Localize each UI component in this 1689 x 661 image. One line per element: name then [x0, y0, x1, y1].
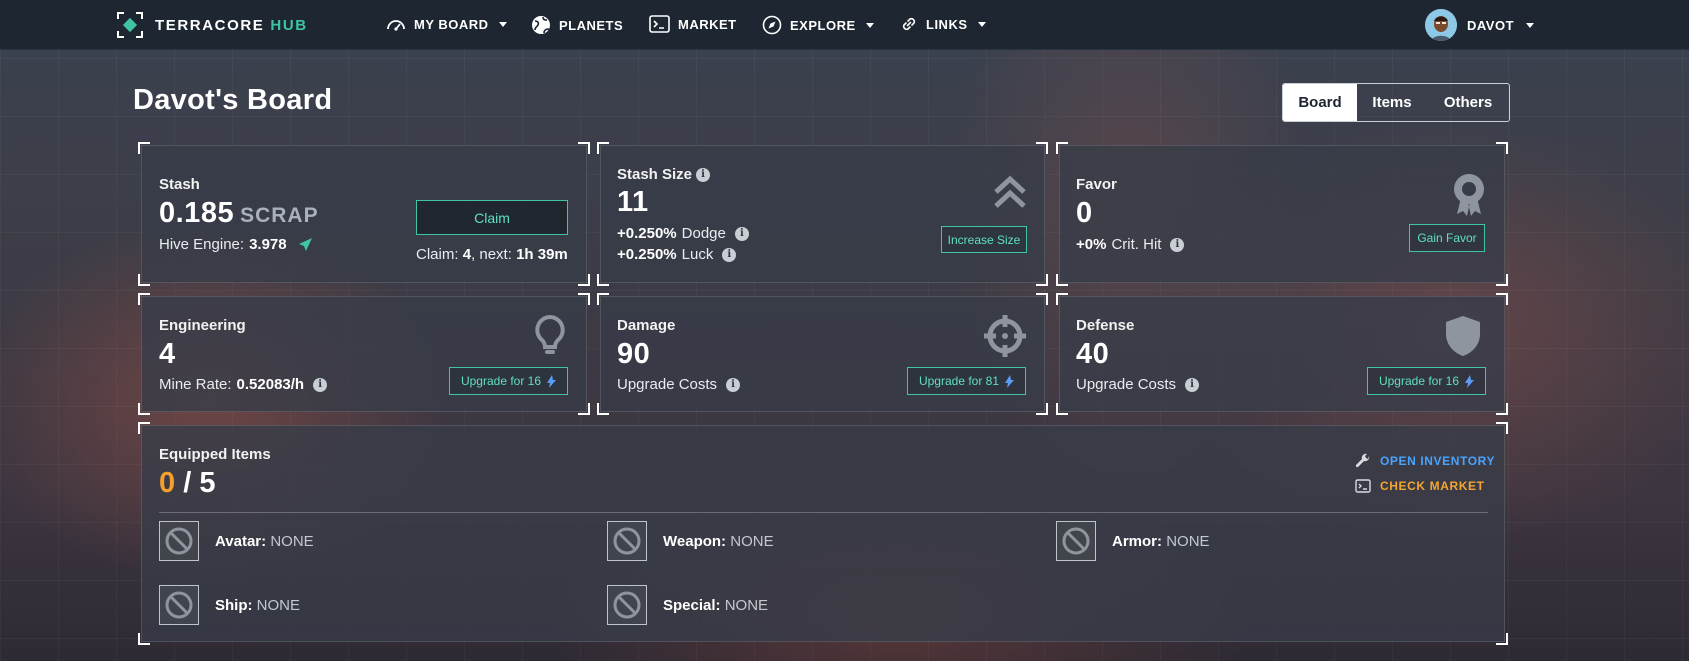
stash-size-card: Stash Size i 11 +0.250% Dodge i +0.250% Luck… [597, 142, 1048, 286]
top-navbar: TERRACORE HUB MY BOARD PLANETS MARKET EX… [0, 0, 1689, 50]
engineering-value: 4 [159, 338, 176, 370]
upgrade-defense-button[interactable]: Upgrade for 16 [1367, 367, 1486, 395]
board-tabs: Board Items Others [1282, 83, 1510, 122]
lightbulb-icon [535, 314, 565, 354]
engineering-card: Engineering 4 Mine Rate: 0.52083/h i Upgra… [138, 293, 590, 415]
nav-planets-label: PLANETS [559, 17, 624, 33]
wrench-icon [1355, 453, 1370, 468]
favor-value: 0 [1076, 197, 1093, 229]
stash-size-label: Stash Size i [617, 166, 711, 183]
info-icon[interactable]: i [313, 377, 328, 392]
equip-slot-avatar[interactable]: Avatar: NONE [159, 521, 314, 561]
engineering-label: Engineering [159, 317, 246, 334]
brand-name: TERRACORE [155, 16, 265, 34]
terminal-icon [649, 15, 670, 33]
dashboard-gauge-icon [387, 20, 405, 31]
nav-my-board-label: MY BOARD [414, 16, 489, 32]
stash-size-value: 11 [617, 186, 649, 218]
crosshair-icon [984, 315, 1026, 357]
user-menu[interactable]: DAVOT [1425, 9, 1535, 41]
page-title: Davot's Board [133, 84, 333, 116]
empty-slot-icon [159, 521, 199, 561]
chevron-down-icon [498, 21, 507, 27]
tab-board[interactable]: Board [1283, 84, 1357, 121]
info-icon[interactable]: i [734, 226, 749, 241]
chevron-down-icon [865, 22, 874, 28]
tab-others[interactable]: Others [1427, 84, 1509, 121]
empty-slot-icon [159, 585, 199, 625]
gain-favor-button[interactable]: Gain Favor [1409, 224, 1485, 252]
stash-value: 0.185 SCRAP [159, 197, 319, 229]
nav-my-board[interactable]: MY BOARD [386, 15, 507, 33]
user-name: DAVOT [1467, 17, 1515, 33]
empty-slot-icon [1056, 521, 1096, 561]
planet-globe-icon [532, 16, 550, 34]
equip-slot-armor[interactable]: Armor: NONE [1056, 521, 1210, 561]
nav-links-label: LINKS [926, 16, 968, 32]
info-icon[interactable]: i [1170, 237, 1185, 252]
nav-links[interactable]: LINKS [900, 15, 986, 33]
open-inventory-link[interactable]: OPEN INVENTORY [1355, 453, 1495, 469]
equip-slot-special[interactable]: Special: NONE [607, 585, 768, 625]
info-icon[interactable]: i [726, 377, 741, 392]
double-chevron-up-icon [994, 175, 1026, 208]
nav-explore[interactable]: EXPLORE [762, 15, 874, 35]
stash-card: Stash 0.185 SCRAP Hive Engine: 3.978 Claim… [138, 142, 590, 286]
mine-rate: Mine Rate: 0.52083/h i [159, 376, 328, 393]
terracore-logo-icon [117, 12, 143, 38]
divider [159, 512, 1488, 513]
avatar [1425, 9, 1457, 41]
equipped-items-card: Equipped Items 0 / 5 OPEN INVENTORY CHEC… [138, 422, 1508, 645]
terminal-icon [1355, 479, 1371, 493]
info-icon[interactable]: i [722, 247, 737, 262]
chain-link-icon [902, 17, 916, 31]
favor-label: Favor [1076, 176, 1117, 193]
empty-slot-icon [607, 585, 647, 625]
defense-card: Defense 40 Upgrade Costs i Upgrade for 16 [1056, 293, 1508, 415]
damage-value: 90 [617, 338, 651, 370]
flux-token-icon [547, 374, 557, 388]
damage-card: Damage 90 Upgrade Costs i Upgrade for 81 [597, 293, 1048, 415]
nav-explore-label: EXPLORE [790, 17, 856, 33]
claim-info: Claim: 4, next: 1h 39m [416, 246, 568, 263]
send-paper-plane-icon[interactable] [298, 237, 313, 252]
brand-name-hub: HUB [270, 16, 308, 34]
equip-slot-weapon[interactable]: Weapon: NONE [607, 521, 774, 561]
chevron-down-icon [977, 21, 986, 27]
dodge-stat: +0.250% Dodge i [617, 225, 749, 242]
info-icon[interactable]: i [696, 167, 711, 182]
damage-label: Damage [617, 317, 676, 334]
crit-hit-stat: +0% Crit. Hit i [1076, 236, 1185, 253]
upgrade-damage-button[interactable]: Upgrade for 81 [907, 367, 1026, 395]
stash-label: Stash [159, 176, 200, 193]
nav-planets[interactable]: PLANETS [531, 15, 623, 35]
defense-label: Defense [1076, 317, 1135, 334]
defense-value: 40 [1076, 338, 1110, 370]
equip-slot-ship[interactable]: Ship: NONE [159, 585, 300, 625]
equipped-items-label: Equipped Items [159, 446, 271, 463]
check-market-link[interactable]: CHECK MARKET [1355, 479, 1485, 493]
award-ribbon-icon [1454, 174, 1484, 216]
equipped-count: 0 / 5 [159, 467, 216, 499]
luck-stat: +0.250% Luck i [617, 246, 737, 263]
hive-engine-balance: Hive Engine: 3.978 [159, 236, 313, 253]
flux-token-icon [1005, 374, 1015, 388]
brand-logo[interactable]: TERRACORE HUB [117, 12, 308, 38]
flux-token-icon [1465, 374, 1475, 388]
upgrade-engineering-button[interactable]: Upgrade for 16 [449, 367, 568, 395]
increase-size-button[interactable]: Increase Size [941, 226, 1027, 253]
compass-icon [762, 15, 782, 35]
chevron-down-icon [1526, 22, 1535, 28]
empty-slot-icon [607, 521, 647, 561]
damage-upgrade-costs: Upgrade Costs i [617, 376, 741, 393]
favor-card: Favor 0 +0% Crit. Hit i Gain Favor [1056, 142, 1508, 286]
info-icon[interactable]: i [1185, 377, 1200, 392]
nav-market-label: MARKET [678, 16, 737, 32]
claim-button[interactable]: Claim [416, 200, 568, 235]
nav-market[interactable]: MARKET [649, 15, 737, 33]
defense-upgrade-costs: Upgrade Costs i [1076, 376, 1200, 393]
stash-unit: SCRAP [240, 204, 319, 227]
tab-items[interactable]: Items [1357, 84, 1427, 121]
shield-icon [1446, 316, 1480, 356]
